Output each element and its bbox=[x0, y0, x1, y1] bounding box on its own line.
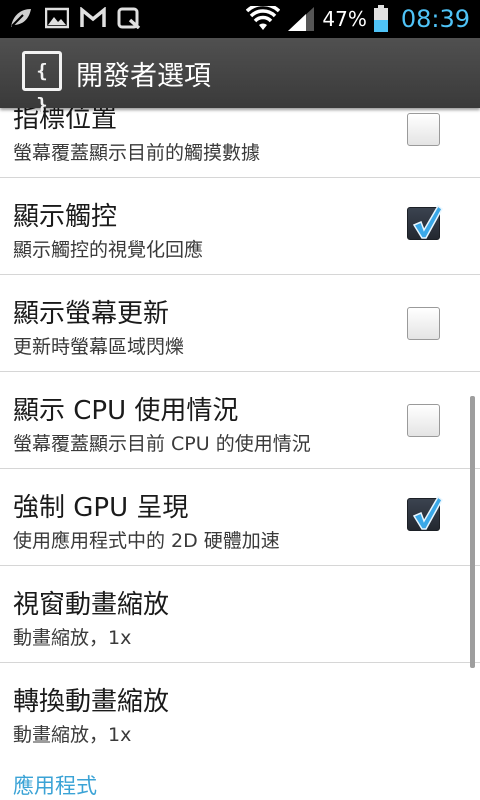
action-bar: { } 開發者選項 bbox=[0, 38, 480, 116]
setting-summary: 更新時螢幕區域閃爍 bbox=[13, 336, 185, 358]
section-header-apps: 應用程式 bbox=[13, 774, 97, 798]
setting-summary: 顯示觸控的視覺化回應 bbox=[13, 239, 204, 261]
system-status: 47% 08:39 bbox=[246, 0, 470, 38]
setting-title: 強制 GPU 呈現 bbox=[13, 493, 189, 523]
checkbox-show-touches[interactable] bbox=[407, 204, 443, 240]
signal-icon bbox=[288, 7, 315, 31]
leaf-icon bbox=[8, 6, 34, 30]
wifi-icon bbox=[246, 6, 281, 30]
setting-summary: 螢幕覆蓋顯示目前 CPU 的使用情況 bbox=[13, 433, 311, 455]
setting-row-show-touches[interactable]: 顯示觸控 顯示觸控的視覺化回應 bbox=[0, 178, 480, 275]
clock: 08:39 bbox=[400, 5, 470, 33]
page-title: 開發者選項 bbox=[76, 61, 211, 92]
setting-row-pointer-location[interactable]: 指標位置 螢幕覆蓋顯示目前的觸摸數據 bbox=[0, 104, 480, 178]
checkbox-show-cpu-usage[interactable] bbox=[407, 404, 440, 437]
setting-summary: 動畫縮放，1x bbox=[13, 724, 132, 746]
checkbox-pointer-location[interactable] bbox=[407, 113, 440, 146]
status-bar: 47% 08:39 bbox=[0, 0, 480, 38]
setting-summary: 螢幕覆蓋顯示目前的觸摸數據 bbox=[13, 142, 261, 164]
checkbox-show-screen-updates[interactable] bbox=[407, 307, 440, 340]
setting-title: 顯示 CPU 使用情況 bbox=[13, 396, 239, 426]
setting-row-force-gpu-rendering[interactable]: 強制 GPU 呈現 使用應用程式中的 2D 硬體加速 bbox=[0, 469, 480, 566]
setting-title: 轉換動畫縮放 bbox=[13, 687, 170, 717]
notification-icons bbox=[8, 6, 142, 30]
setting-row-show-screen-updates[interactable]: 顯示螢幕更新 更新時螢幕區域閃爍 bbox=[0, 275, 480, 372]
image-icon bbox=[44, 6, 70, 30]
battery-percent: 47% bbox=[322, 7, 367, 31]
setting-title: 顯示觸控 bbox=[13, 202, 118, 232]
q-icon bbox=[116, 6, 142, 30]
setting-summary: 使用應用程式中的 2D 硬體加速 bbox=[13, 530, 280, 552]
setting-row-show-cpu-usage[interactable]: 顯示 CPU 使用情況 螢幕覆蓋顯示目前 CPU 的使用情況 bbox=[0, 372, 480, 469]
setting-title: 視窗動畫縮放 bbox=[13, 590, 170, 620]
settings-list: 指標位置 螢幕覆蓋顯示目前的觸摸數據 顯示觸控 顯示觸控的視覺化回應 顯示螢幕更… bbox=[0, 104, 480, 760]
battery-icon bbox=[373, 5, 388, 32]
setting-row-window-animation-scale[interactable]: 視窗動畫縮放 動畫縮放，1x bbox=[0, 566, 480, 663]
gmail-icon bbox=[80, 6, 106, 30]
setting-title: 顯示螢幕更新 bbox=[13, 299, 170, 329]
checkbox-force-gpu-rendering[interactable] bbox=[407, 495, 443, 531]
check-mark-icon bbox=[412, 495, 443, 530]
setting-summary: 動畫縮放，1x bbox=[13, 627, 132, 649]
check-mark-icon bbox=[412, 204, 443, 239]
scrollbar[interactable] bbox=[470, 396, 475, 668]
developer-options-icon[interactable]: { } bbox=[22, 51, 62, 116]
setting-row-transition-animation-scale[interactable]: 轉換動畫縮放 動畫縮放，1x bbox=[0, 663, 480, 760]
